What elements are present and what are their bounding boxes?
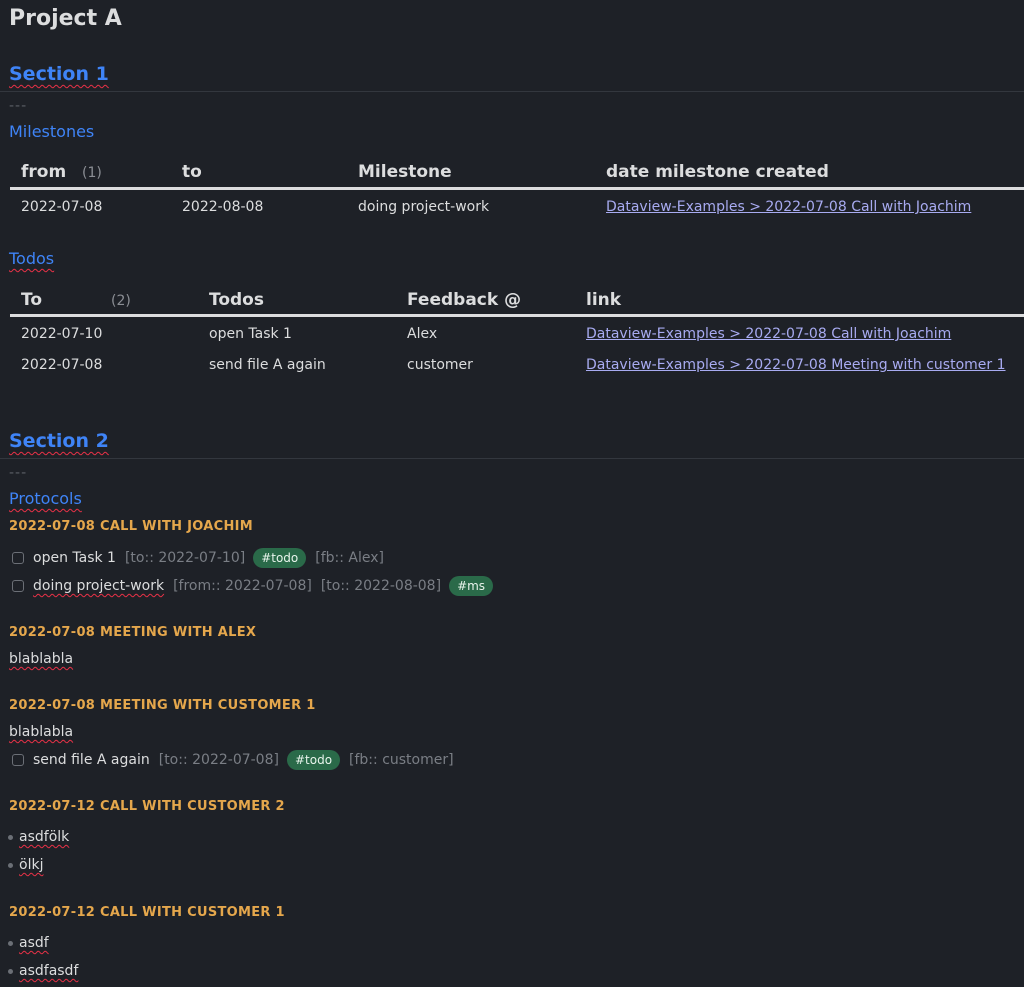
task-item: send file A again [to:: 2022-07-08] #tod… — [12, 750, 454, 770]
list-item: asdf — [8, 935, 49, 951]
protocol-heading: 2022-07-08 MEETING WITH CUSTOMER 1 — [9, 698, 316, 713]
col-header-feedback[interactable]: Feedback @ — [407, 290, 521, 310]
protocol-body: blablabla — [9, 651, 74, 667]
col-header-milestone[interactable]: Milestone — [358, 162, 452, 182]
cell-todo: open Task 1 — [209, 326, 292, 342]
cell-to: 2022-07-08 — [21, 357, 103, 373]
list-item: asdfasdf — [8, 963, 78, 979]
section-1-heading: Section 1 — [9, 63, 109, 85]
section-2-dashes: --- — [9, 465, 28, 481]
task-item: open Task 1 [to:: 2022-07-10] #todo [fb:… — [12, 548, 384, 568]
tag-ms[interactable]: #ms — [449, 576, 494, 596]
tag-todo[interactable]: #todo — [253, 548, 307, 568]
cell-created-link[interactable]: Dataview-Examples > 2022-07-08 Call with… — [606, 199, 971, 215]
task-meta-to: [to:: 2022-07-08] — [158, 752, 279, 768]
protocol-heading: 2022-07-12 CALL WITH CUSTOMER 1 — [9, 905, 285, 920]
section-2-divider — [0, 458, 1024, 459]
list-item: ölkj — [8, 857, 43, 873]
cell-milestone: doing project-work — [358, 199, 490, 215]
cell-link[interactable]: Dataview-Examples > 2022-07-08 Call with… — [586, 326, 951, 342]
col-header-to[interactable]: To — [21, 290, 42, 310]
col-header-date-created[interactable]: date milestone created — [606, 162, 829, 182]
result-count: (1) — [82, 165, 102, 181]
col-header-from[interactable]: from — [21, 162, 66, 182]
list-item-text: asdfasdf — [19, 963, 79, 979]
table-header-rule — [10, 187, 1024, 190]
result-count: (2) — [111, 293, 131, 309]
bullet-icon — [8, 862, 13, 868]
protocol-heading: 2022-07-12 CALL WITH CUSTOMER 2 — [9, 799, 285, 814]
task-checkbox[interactable] — [12, 580, 24, 592]
task-meta-fb: [fb:: customer] — [349, 752, 454, 768]
task-meta-to: [to:: 2022-08-08] — [320, 578, 442, 594]
cell-todo: send file A again — [209, 357, 326, 373]
task-meta-to: [to:: 2022-07-10] — [124, 550, 246, 566]
bullet-icon — [8, 940, 13, 946]
list-item: asdfölk — [8, 829, 69, 845]
list-item-text: ölkj — [19, 857, 44, 873]
protocol-body: blablabla — [9, 724, 74, 740]
bullet-icon — [8, 968, 13, 974]
task-meta-fb: [fb:: Alex] — [315, 550, 385, 566]
tag-todo[interactable]: #todo — [286, 750, 341, 770]
milestones-heading: Milestones — [9, 122, 95, 141]
section-1-dashes: --- — [9, 98, 28, 114]
protocol-heading: 2022-07-08 MEETING WITH ALEX — [9, 625, 257, 640]
task-checkbox[interactable] — [12, 552, 24, 564]
col-header-to[interactable]: to — [182, 162, 202, 182]
list-item-text: asdfölk — [19, 829, 70, 845]
section-1-divider — [0, 91, 1024, 92]
task-checkbox[interactable] — [12, 754, 24, 766]
cell-feedback: Alex — [407, 326, 438, 342]
table-header-rule — [10, 314, 1024, 317]
cell-from: 2022-07-08 — [21, 199, 103, 215]
task-text: send file A again — [33, 752, 150, 768]
col-header-todos[interactable]: Todos — [209, 290, 264, 310]
task-meta-from: [from:: 2022-07-08] — [173, 578, 312, 594]
cell-to: 2022-07-10 — [21, 326, 103, 342]
col-header-link[interactable]: link — [586, 290, 621, 310]
task-item: doing project-work [from:: 2022-07-08] [… — [12, 576, 494, 596]
bullet-icon — [8, 834, 13, 840]
cell-to: 2022-08-08 — [182, 199, 264, 215]
task-text: open Task 1 — [33, 550, 116, 566]
cell-feedback: customer — [407, 357, 473, 373]
protocol-heading: 2022-07-08 CALL WITH JOACHIM — [9, 519, 254, 534]
section-2-heading: Section 2 — [9, 430, 109, 452]
cell-link[interactable]: Dataview-Examples > 2022-07-08 Meeting w… — [586, 357, 1006, 373]
todos-heading: Todos — [9, 249, 55, 268]
page-title: Project A — [9, 6, 122, 31]
list-item-text: asdf — [19, 935, 49, 951]
protocols-heading: Protocols — [9, 489, 82, 508]
task-text: doing project-work — [33, 578, 165, 594]
